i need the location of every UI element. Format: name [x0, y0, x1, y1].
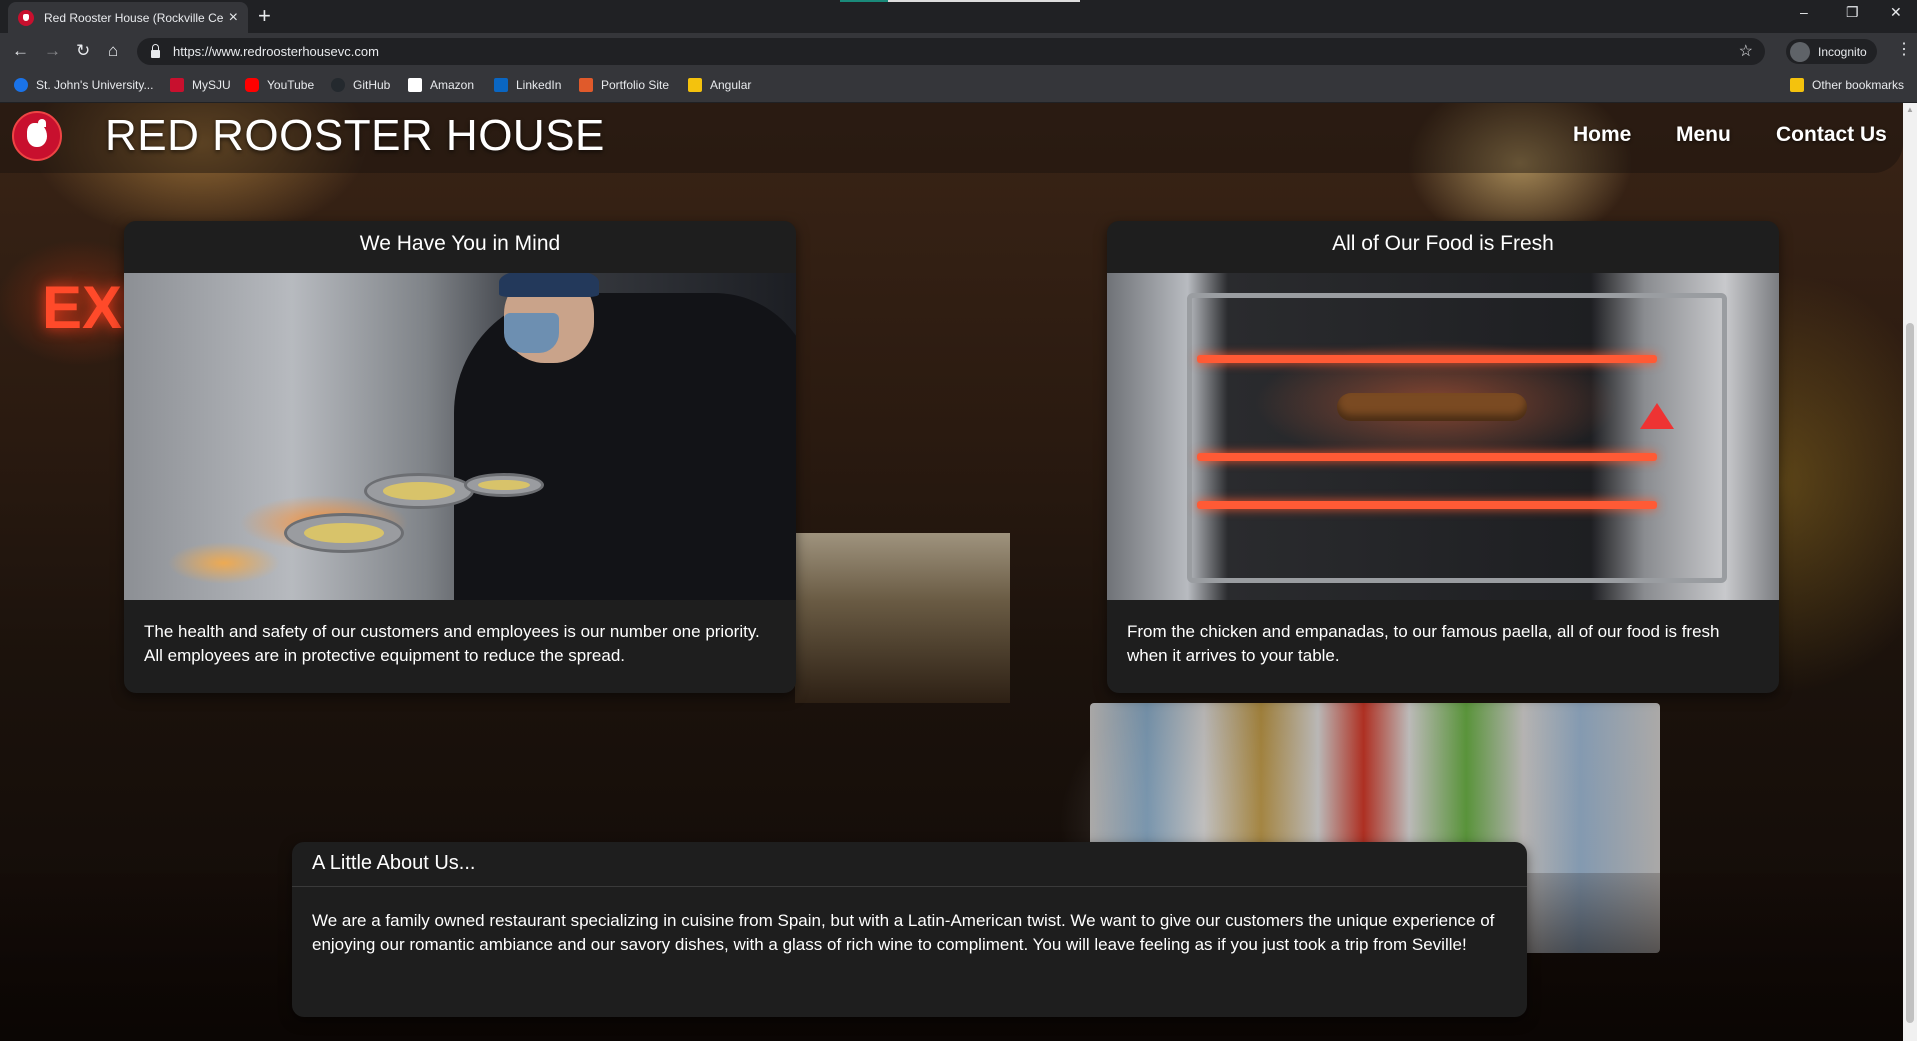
github-icon: [331, 78, 345, 92]
tab-strip: Red Rooster House (Rockville Ce × + – ❐ …: [0, 0, 1917, 33]
bookmark-mysju[interactable]: MySJU: [170, 78, 231, 92]
feature-card-fresh: All of Our Food is Fresh From the chicke…: [1107, 221, 1779, 693]
card-title: All of Our Food is Fresh: [1332, 232, 1554, 255]
heating-element: [1197, 501, 1657, 509]
page-scrollbar[interactable]: ▲: [1903, 103, 1917, 1041]
rotisserie-oven-photo: [1107, 273, 1779, 600]
bookmarks-bar: St. John's University... MySJU YouTube G…: [0, 70, 1917, 103]
card-title: We Have You in Mind: [359, 232, 561, 255]
rooster-favicon-icon: [18, 9, 34, 26]
about-text: We are a family owned restaurant special…: [312, 911, 1495, 954]
incognito-label: Incognito: [1818, 44, 1867, 59]
youtube-icon: [245, 78, 259, 92]
loading-bar: [840, 0, 1080, 2]
nav-home[interactable]: Home: [1573, 123, 1631, 147]
frying-pan: [364, 473, 474, 509]
close-window-button[interactable]: ✕: [1890, 4, 1902, 21]
url-text[interactable]: https://www.redroosterhousevc.com: [173, 44, 379, 59]
globe-icon: [14, 78, 28, 92]
minimize-button[interactable]: –: [1800, 4, 1808, 20]
feature-card-safety: We Have You in Mind The health and safet…: [124, 221, 796, 693]
site-header: RED ROOSTER HOUSE Home Menu Contact Us: [0, 103, 1903, 173]
chef-cap: [499, 273, 599, 297]
bookmark-linkedin[interactable]: LinkedIn: [494, 78, 561, 92]
folder-icon: [688, 78, 702, 92]
card-text: The health and safety of our customers a…: [144, 622, 760, 665]
bookmark-st-johns[interactable]: St. John's University...: [14, 78, 153, 92]
amazon-icon: [408, 78, 422, 92]
address-bar[interactable]: https://www.redroosterhousevc.com ☆: [137, 38, 1765, 65]
mysju-icon: [170, 78, 184, 92]
page-viewport: EXIT RED ROOSTER HOUSE Home Menu Contact…: [0, 103, 1903, 1041]
bookmark-star-icon[interactable]: ☆: [1739, 41, 1753, 61]
back-arrow-icon[interactable]: ←: [12, 41, 29, 61]
bookmark-youtube[interactable]: YouTube: [245, 78, 314, 92]
nav-menu[interactable]: Menu: [1676, 123, 1731, 147]
bookmark-github[interactable]: GitHub: [331, 78, 390, 92]
incognito-icon: [1790, 41, 1810, 62]
tab-title: Red Rooster House (Rockville Ce: [44, 10, 223, 25]
new-tab-button[interactable]: +: [258, 5, 271, 27]
portfolio-icon: [579, 78, 593, 92]
card-text: From the chicken and empanadas, to our f…: [1127, 622, 1720, 665]
incognito-profile-button[interactable]: Incognito: [1786, 39, 1877, 64]
chef-cooking-photo: [124, 273, 796, 600]
warning-triangle-icon: [1640, 403, 1674, 429]
frying-pan: [284, 513, 404, 553]
forward-arrow-icon[interactable]: →: [44, 41, 61, 61]
reload-icon[interactable]: ↻: [76, 41, 90, 61]
other-bookmarks[interactable]: Other bookmarks: [1790, 78, 1904, 92]
bookmark-portfolio[interactable]: Portfolio Site: [579, 78, 669, 92]
browser-menu-icon[interactable]: ⋮: [1896, 41, 1912, 59]
face-mask: [504, 313, 559, 353]
lock-icon[interactable]: [151, 43, 160, 58]
browser-toolbar: ← → ↻ ⌂ https://www.redroosterhousevc.co…: [0, 33, 1917, 70]
folder-icon: [1790, 78, 1804, 92]
close-tab-icon[interactable]: ×: [229, 9, 238, 27]
rooster-logo-icon[interactable]: [12, 111, 62, 161]
heating-element: [1197, 453, 1657, 461]
roasting-chickens: [1337, 393, 1527, 421]
linkedin-icon: [494, 78, 508, 92]
about-title: A Little About Us...: [312, 852, 476, 874]
about-section: A Little About Us... We are a family own…: [292, 842, 1527, 1017]
heating-element: [1197, 355, 1657, 363]
restore-button[interactable]: ❐: [1846, 4, 1859, 21]
oven-frame: [1187, 293, 1727, 583]
scroll-up-arrow-icon[interactable]: ▲: [1906, 105, 1914, 114]
nav-contact-us[interactable]: Contact Us: [1776, 123, 1887, 147]
bookmark-amazon[interactable]: Amazon: [408, 78, 474, 92]
browser-tab-active[interactable]: Red Rooster House (Rockville Ce ×: [8, 2, 248, 33]
bar-glasses: [795, 533, 1010, 703]
scrollbar-thumb[interactable]: [1906, 323, 1914, 1023]
home-icon[interactable]: ⌂: [108, 41, 118, 61]
bookmark-angular[interactable]: Angular: [688, 78, 751, 92]
site-brand[interactable]: RED ROOSTER HOUSE: [105, 111, 605, 161]
frying-pan: [464, 473, 544, 497]
